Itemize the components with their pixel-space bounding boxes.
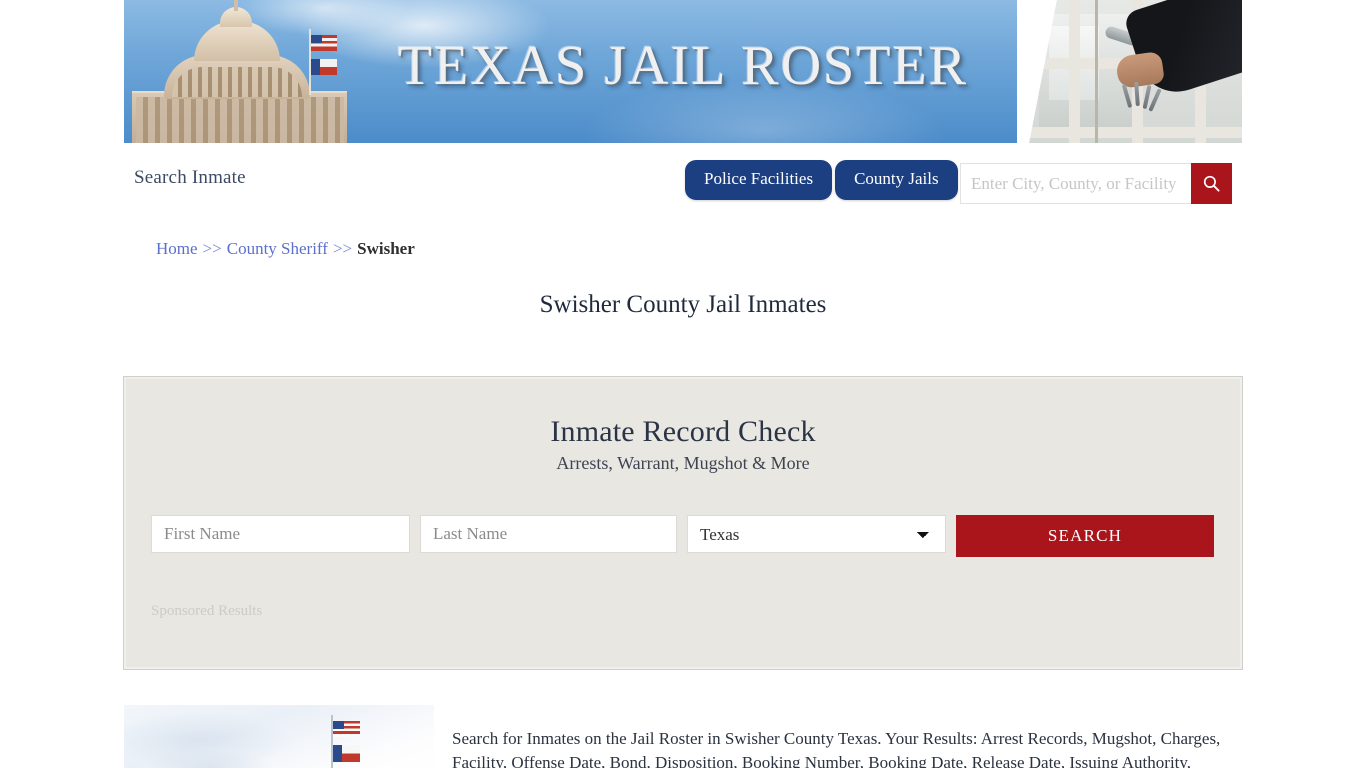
search-submit-button[interactable] [1191, 163, 1232, 204]
main-nav: Police Facilities County Jails [685, 160, 958, 200]
description-paragraph: Search for Inmates on the Jail Roster in… [452, 729, 1221, 768]
site-banner: TEXAS JAIL ROSTER [124, 0, 1242, 143]
search-records-button[interactable]: SEARCH [956, 515, 1214, 557]
search-input[interactable] [960, 163, 1191, 204]
us-flag-icon [311, 35, 337, 51]
utility-bar: Search Inmate Police Facilities County J… [124, 155, 1242, 213]
breadcrumb-county-sheriff[interactable]: County Sheriff [227, 239, 328, 258]
breadcrumb-separator: >> [332, 239, 353, 258]
flags-photo [124, 705, 434, 768]
header-search [960, 163, 1232, 204]
breadcrumb-home[interactable]: Home [156, 239, 198, 258]
site-brand[interactable]: Search Inmate [134, 167, 246, 189]
page-title: Swisher County Jail Inmates [539, 291, 827, 318]
keys-icon [1121, 80, 1162, 114]
inmate-search-form: Texas SEARCH [151, 515, 1215, 557]
breadcrumb: Home >> County Sheriff >> Swisher [156, 239, 415, 259]
nav-county-jails[interactable]: County Jails [835, 160, 958, 200]
jail-door-edge [1095, 0, 1098, 143]
dome-spire [234, 0, 238, 11]
texas-flag-icon [333, 745, 360, 762]
breadcrumb-current: Swisher [357, 239, 415, 258]
inmate-record-check-card: Inmate Record Check Arrests, Warrant, Mu… [123, 376, 1243, 670]
first-name-input[interactable] [151, 515, 410, 553]
search-icon [1203, 175, 1220, 192]
card-subheading: Arrests, Warrant, Mugshot & More [556, 453, 810, 473]
dome-top [194, 21, 280, 61]
card-heading: Inmate Record Check [550, 415, 816, 448]
jail-bars-image [1017, 0, 1242, 143]
description-section: Search for Inmates on the Jail Roster in… [124, 705, 1242, 768]
last-name-input[interactable] [420, 515, 677, 553]
breadcrumb-separator: >> [202, 239, 222, 258]
banner-image: TEXAS JAIL ROSTER [124, 0, 1242, 143]
dome-columns-mid [172, 67, 302, 97]
state-select[interactable]: Texas [687, 515, 946, 553]
nav-police-facilities[interactable]: Police Facilities [685, 160, 833, 200]
texas-flag-icon [311, 59, 337, 75]
us-flag-icon [333, 721, 360, 737]
page-root: TEXAS JAIL ROSTER Search Inmate Police F… [0, 0, 1366, 768]
dome-columns-lower [136, 97, 344, 143]
sponsored-results-label: Sponsored Results [151, 603, 263, 619]
cloud-shape [144, 749, 274, 768]
